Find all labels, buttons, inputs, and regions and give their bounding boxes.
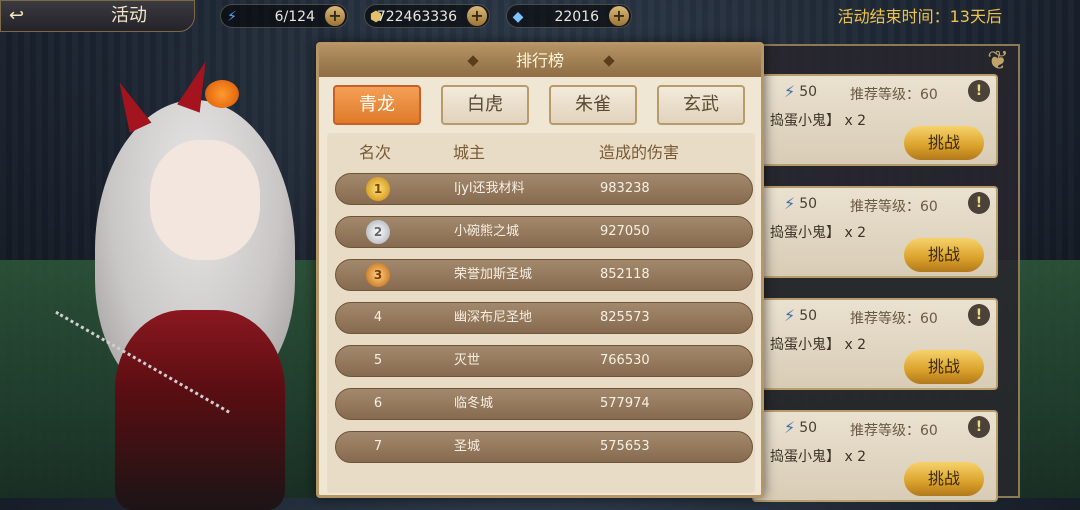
energy-cost: ⚡ 50 [784, 82, 817, 101]
recommended-level: 推荐等级：60 [850, 423, 938, 439]
damage-value: 852118 [600, 267, 650, 282]
energy-icon: ⚡ [784, 418, 796, 437]
fight-button[interactable]: 挑战 [904, 350, 984, 384]
add-energy-button[interactable]: + [325, 6, 345, 26]
lord-name: 灭世 [454, 353, 481, 368]
top-bar: ↩ 活动 ⚡ 6/124 + ⬢ 722463336 + ◆ 22016 + 活… [0, 0, 1080, 34]
energy-cost-value: 50 [799, 419, 818, 436]
recommended-level: 推荐等级：60 [850, 87, 938, 103]
enemy-name: 捣蛋小鬼】 x 2 [770, 337, 867, 353]
modal-header: 排行榜 [319, 45, 761, 77]
info-icon[interactable]: ! [968, 416, 990, 438]
rank-number: 7 [373, 439, 383, 454]
energy-cost-value: 50 [799, 195, 818, 212]
enemy-name: 捣蛋小鬼】 x 2 [770, 449, 867, 465]
add-gem-button[interactable]: + [609, 6, 629, 26]
energy-icon: ⚡ [784, 194, 796, 213]
gem-resource: ◆ 22016 + [506, 4, 632, 28]
energy-icon: ⚡ [784, 306, 796, 325]
gem-icon: ◆ [512, 9, 524, 25]
damage-value: 927050 [600, 224, 650, 239]
battle-card: ⚡ 50 推荐等级：60 ! 捣蛋小鬼】 x 2 挑战 [752, 298, 998, 390]
table-row[interactable]: 2 小碗熊之城 927050 [335, 216, 753, 248]
tab-zhuque[interactable]: 朱雀 [549, 85, 637, 125]
damage-value: 825573 [600, 310, 650, 325]
modal-title: 排行榜 [515, 51, 564, 70]
bronze-medal-icon: 3 [366, 263, 390, 287]
battle-card: ⚡ 50 推荐等级：60 ! 捣蛋小鬼】 x 2 挑战 [752, 410, 998, 502]
tab-baihu[interactable]: 白虎 [441, 85, 529, 125]
character-dress [115, 310, 285, 510]
info-icon[interactable]: ! [968, 192, 990, 214]
lord-name: ljyl还我材料 [454, 181, 525, 196]
page-title: 活动 [111, 5, 147, 26]
table-row[interactable]: 7 圣城 575653 [335, 431, 753, 463]
column-rank: 名次 [359, 143, 392, 162]
energy-icon: ⚡ [227, 9, 237, 25]
table-row[interactable]: 6 临冬城 577974 [335, 388, 753, 420]
damage-value: 577974 [600, 396, 650, 411]
character-face [150, 140, 260, 260]
enemy-name: 捣蛋小鬼】 x 2 [770, 113, 867, 129]
energy-cost-value: 50 [799, 307, 818, 324]
energy-value: 6/124 [274, 9, 315, 25]
left-horn [108, 77, 152, 133]
info-icon[interactable]: ! [968, 80, 990, 102]
battle-card: ⚡ 50 推荐等级：60 ! 捣蛋小鬼】 x 2 挑战 [752, 74, 998, 166]
energy-cost: ⚡ 50 [784, 306, 817, 325]
table-row[interactable]: 5 灭世 766530 [335, 345, 753, 377]
event-end-time: 活动结束时间：13天后 [837, 7, 1002, 26]
pumpkin-hair-ornament [205, 80, 239, 108]
energy-icon: ⚡ [784, 82, 796, 101]
gold-medal-icon: 1 [366, 177, 390, 201]
leaderboard-tabs: 青龙 白虎 朱雀 玄武 [333, 85, 753, 129]
column-lord: 城主 [453, 143, 486, 162]
leaderboard-modal: 排行榜 青龙 白虎 朱雀 玄武 名次 城主 造成的伤害 1 ljyl还我材料 9… [316, 42, 764, 498]
lord-name: 荣誉加斯圣城 [454, 267, 533, 282]
coin-resource: ⬢ 722463336 + [364, 4, 490, 28]
recommended-level: 推荐等级：60 [850, 311, 938, 327]
damage-value: 983238 [600, 181, 650, 196]
lord-name: 小碗熊之城 [454, 224, 520, 239]
fight-button[interactable]: 挑战 [904, 462, 984, 496]
lord-name: 临冬城 [454, 396, 494, 411]
back-arrow-icon: ↩ [9, 5, 25, 26]
battle-card: ⚡ 50 推荐等级：60 ! 捣蛋小鬼】 x 2 挑战 [752, 186, 998, 278]
fight-button[interactable]: 挑战 [904, 126, 984, 160]
table-row[interactable]: 1 ljyl还我材料 983238 [335, 173, 753, 205]
energy-cost: ⚡ 50 [784, 194, 817, 213]
tab-xuanwu[interactable]: 玄武 [657, 85, 745, 125]
back-button[interactable]: ↩ 活动 [0, 0, 195, 32]
rank-number: 6 [373, 396, 383, 411]
enemy-name: 捣蛋小鬼】 x 2 [770, 225, 867, 241]
tab-qinglong[interactable]: 青龙 [333, 85, 421, 125]
info-icon[interactable]: ! [968, 304, 990, 326]
coin-value: 722463336 [376, 9, 457, 25]
fight-button[interactable]: 挑战 [904, 238, 984, 272]
rank-number: 5 [373, 353, 383, 368]
damage-value: 575653 [600, 439, 650, 454]
lord-name: 圣城 [454, 439, 481, 454]
damage-value: 766530 [600, 353, 650, 368]
energy-cost-value: 50 [799, 83, 818, 100]
table-row[interactable]: 3 荣誉加斯圣城 852118 [335, 259, 753, 291]
column-damage: 造成的伤害 [599, 143, 680, 162]
energy-cost: ⚡ 50 [784, 418, 817, 437]
rank-number: 4 [373, 310, 383, 325]
silver-medal-icon: 2 [366, 220, 390, 244]
gem-value: 22016 [554, 9, 599, 25]
recommended-level: 推荐等级：60 [850, 199, 938, 215]
energy-resource: ⚡ 6/124 + [220, 4, 348, 28]
table-header: 名次 城主 造成的伤害 [327, 133, 755, 167]
leaderboard-table[interactable]: 名次 城主 造成的伤害 1 ljyl还我材料 983238 2 小碗熊之城 92… [327, 133, 755, 493]
character-illustration [0, 57, 320, 510]
lord-name: 幽深布尼圣地 [454, 310, 533, 325]
add-coin-button[interactable]: + [467, 6, 487, 26]
table-row[interactable]: 4 幽深布尼圣地 825573 [335, 302, 753, 334]
